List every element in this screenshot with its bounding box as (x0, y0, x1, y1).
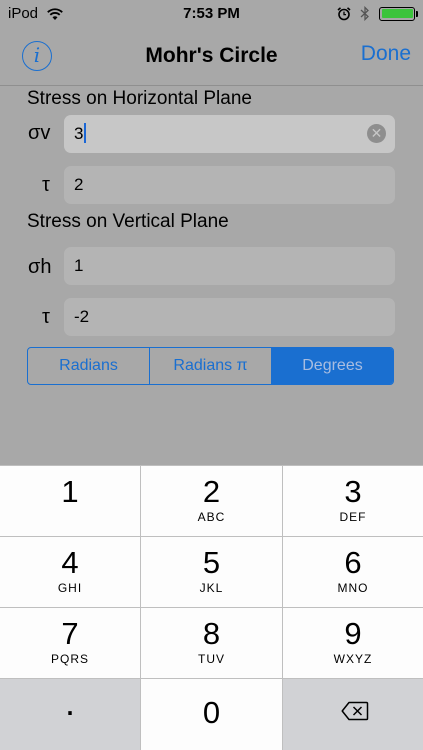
horizontal-plane-heading: Stress on Horizontal Plane (27, 88, 252, 109)
angle-units-control: Radians Radians π Degrees (27, 347, 394, 385)
numeric-keypad: 1 2 ABC 3 DEF 4 GHI 5 JKL 6 MNO 7 PQRS 8… (0, 465, 423, 750)
tau-horizontal-value: 2 (74, 175, 84, 194)
segment-radians[interactable]: Radians (28, 348, 149, 384)
sigma-h-label: σh (28, 256, 52, 278)
key-3[interactable]: 3 DEF (283, 466, 423, 536)
sigma-v-value: 3 (74, 124, 84, 143)
status-icons (337, 6, 418, 21)
key-letters: ABC (197, 510, 226, 524)
key-letters: PQRS (50, 652, 89, 666)
battery-icon (379, 6, 418, 21)
key-digit: 1 (61, 474, 79, 509)
key-4[interactable]: 4 GHI (0, 537, 140, 607)
key-digit: 5 (202, 545, 221, 580)
key-letters: MNO (337, 581, 369, 595)
done-button[interactable]: Done (361, 42, 411, 66)
text-cursor (84, 123, 87, 144)
key-2[interactable]: 2 ABC (141, 466, 282, 536)
key-0[interactable]: 0 (141, 679, 282, 750)
key-6[interactable]: 6 MNO (283, 537, 423, 607)
key-5[interactable]: 5 JKL (141, 537, 282, 607)
sigma-h-field[interactable]: 1 (64, 247, 395, 285)
segment-degrees[interactable]: Degrees (271, 348, 393, 384)
alarm-icon (337, 6, 351, 20)
key-letters: WXYZ (333, 652, 373, 666)
vertical-plane-heading: Stress on Vertical Plane (27, 211, 229, 232)
key-letters: DEF (339, 510, 367, 524)
tau-horizontal-label: τ (42, 174, 50, 196)
status-bar: iPod 7:53 PM (0, 0, 423, 28)
key-letters: JKL (199, 581, 224, 595)
tau-vertical-label: τ (42, 306, 50, 328)
key-decimal[interactable]: . (0, 679, 140, 750)
key-digit: 4 (61, 545, 79, 580)
key-digit: 8 (202, 616, 221, 651)
key-digit: 2 (202, 474, 221, 509)
key-letters: GHI (57, 581, 83, 595)
sigma-v-label: σv (28, 122, 51, 144)
tau-vertical-value: -2 (74, 307, 90, 326)
key-digit: 7 (61, 616, 79, 651)
key-digit: 6 (344, 545, 362, 580)
sigma-v-field[interactable]: 3 ✕ (64, 115, 395, 153)
key-1[interactable]: 1 (0, 466, 140, 536)
key-9[interactable]: 9 WXYZ (283, 608, 423, 678)
segment-radians-pi[interactable]: Radians π (149, 348, 271, 384)
key-digit: . (64, 682, 75, 723)
key-digit: 0 (202, 695, 221, 730)
key-letters: TUV (198, 652, 225, 666)
bluetooth-icon (360, 6, 369, 21)
tau-vertical-field[interactable]: -2 (64, 298, 395, 336)
page-title: Mohr's Circle (145, 44, 278, 67)
key-backspace[interactable] (283, 679, 423, 750)
key-digit: 3 (344, 474, 362, 509)
key-digit: 9 (344, 616, 362, 651)
key-8[interactable]: 8 TUV (141, 608, 282, 678)
backspace-icon (341, 701, 369, 721)
nav-bar: i Mohr's Circle Done (0, 28, 423, 86)
key-7[interactable]: 7 PQRS (0, 608, 140, 678)
sigma-h-value: 1 (74, 256, 84, 275)
clear-text-icon[interactable]: ✕ (367, 124, 386, 143)
tau-horizontal-field[interactable]: 2 (64, 166, 395, 204)
